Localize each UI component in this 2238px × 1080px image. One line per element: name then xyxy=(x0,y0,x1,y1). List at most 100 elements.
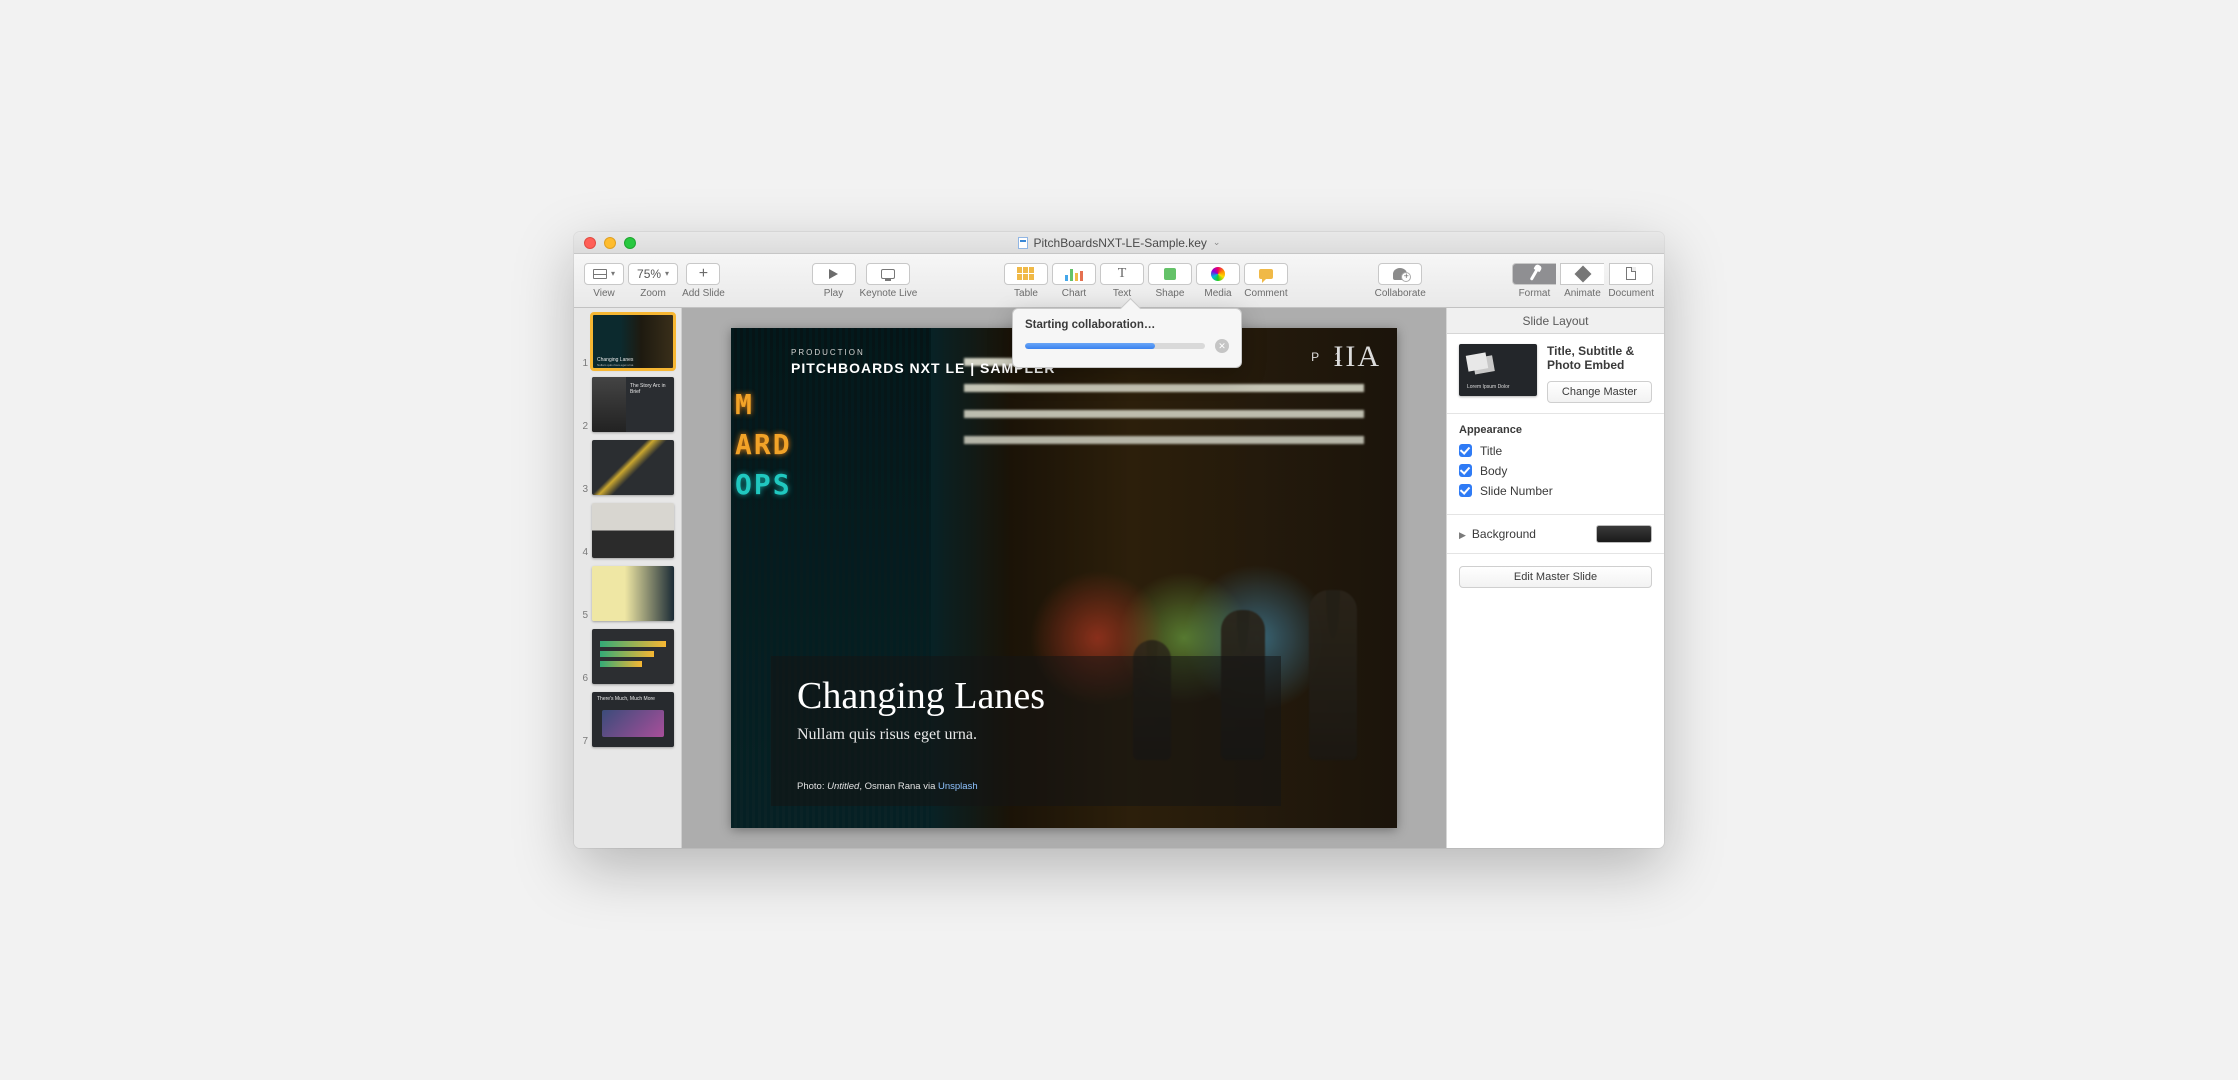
play-item: Play xyxy=(812,263,856,299)
edit-master-slide-button[interactable]: Edit Master Slide xyxy=(1459,566,1652,588)
collaborate-icon xyxy=(1393,268,1407,280)
chevron-down-icon: ▾ xyxy=(611,269,615,278)
animate-icon xyxy=(1574,265,1591,282)
slide-thumbnail-2[interactable]: The Story Arc in Brief xyxy=(592,377,674,432)
chart-button[interactable] xyxy=(1052,263,1096,285)
slide-title[interactable]: Changing Lanes xyxy=(797,674,1255,718)
media-label: Media xyxy=(1204,288,1231,299)
collaborate-button[interactable] xyxy=(1378,263,1422,285)
slide-thumbnail-3[interactable] xyxy=(592,440,674,495)
appearance-section: Appearance Title Body Slide Number xyxy=(1447,414,1664,515)
slide-thumbnail-4[interactable] xyxy=(592,503,674,558)
format-button[interactable] xyxy=(1512,263,1556,285)
comment-icon xyxy=(1259,269,1273,279)
screen-icon xyxy=(881,269,895,279)
play-label: Play xyxy=(824,288,843,299)
change-master-button[interactable]: Change Master xyxy=(1547,381,1652,403)
view-item: ▾ View xyxy=(584,263,624,299)
text-icon: T xyxy=(1118,266,1127,282)
checkbox-icon[interactable] xyxy=(1459,484,1472,497)
thumb-row-3[interactable]: 3 xyxy=(580,440,675,495)
inspector-pane: Slide Layout Lorem Ipsum Dolor Title, Su… xyxy=(1446,308,1664,848)
document-button[interactable] xyxy=(1609,263,1653,285)
shape-icon xyxy=(1164,268,1176,280)
photo-credit[interactable]: Photo: Untitled, Osman Rana via Unsplash xyxy=(797,781,978,792)
text-button[interactable]: T xyxy=(1100,263,1144,285)
thumb-row-1[interactable]: 1 Changing Lanes Nullam quis risus eget … xyxy=(580,314,675,369)
slide-subtitle[interactable]: Nullam quis risus eget urna. xyxy=(797,726,1255,744)
thumb-row-5[interactable]: 5 xyxy=(580,566,675,621)
text-label: Text xyxy=(1113,288,1131,299)
progress-fill xyxy=(1025,343,1155,349)
keynote-live-item: Keynote Live xyxy=(860,263,918,299)
background-section[interactable]: ▶ Background xyxy=(1447,515,1664,554)
thumb-row-6[interactable]: 6 xyxy=(580,629,675,684)
layout-name: Title, Subtitle & Photo Embed xyxy=(1547,344,1652,373)
table-button[interactable] xyxy=(1004,263,1048,285)
window-title-group: PitchBoardsNXT-LE-Sample.key ⌄ xyxy=(574,236,1664,250)
media-button[interactable] xyxy=(1196,263,1240,285)
canvas-area[interactable]: M ARD OPS PRODUCTION PITCHBOARDS NXT LE … xyxy=(682,308,1446,848)
keynote-live-label: Keynote Live xyxy=(860,288,918,299)
master-thumbnail: Lorem Ipsum Dolor xyxy=(1459,344,1537,396)
progress-wrap: ✕ xyxy=(1025,339,1229,353)
collaboration-popover: Starting collaboration… ✕ xyxy=(1012,308,1242,368)
background-swatch[interactable] xyxy=(1596,525,1652,543)
credit-link[interactable]: Unsplash xyxy=(938,781,978,792)
body: 1 Changing Lanes Nullam quis risus eget … xyxy=(574,308,1664,848)
body-checkbox-row[interactable]: Body xyxy=(1459,464,1652,478)
slide-thumbnail-5[interactable] xyxy=(592,566,674,621)
chevron-down-icon: ▾ xyxy=(665,269,669,278)
neon-text-1: M xyxy=(735,388,754,421)
document-label: Document xyxy=(1608,288,1654,299)
add-slide-item: + Add Slide xyxy=(682,263,725,299)
plus-icon: + xyxy=(699,266,708,282)
slide-roman: IIA xyxy=(1333,340,1381,374)
collab-status-text: Starting collaboration… xyxy=(1025,319,1229,331)
title-dropdown-chevron-icon[interactable]: ⌄ xyxy=(1213,237,1221,248)
slide-thumbnail-7[interactable]: There's Much, Much More xyxy=(592,692,674,747)
background-label: Background xyxy=(1472,527,1536,541)
keynote-live-button[interactable] xyxy=(866,263,910,285)
slide-thumbnail-1[interactable]: Changing Lanes Nullam quis risus eget ur… xyxy=(592,314,674,369)
format-label: Format xyxy=(1519,288,1551,299)
layout-section: Lorem Ipsum Dolor Title, Subtitle & Phot… xyxy=(1447,334,1664,414)
add-slide-button[interactable]: + xyxy=(686,263,720,285)
title-checkbox-row[interactable]: Title xyxy=(1459,444,1652,458)
inspector-header: Slide Layout xyxy=(1447,308,1664,334)
collaborate-label: Collaborate xyxy=(1375,288,1426,299)
animate-button[interactable] xyxy=(1560,263,1604,285)
zoom-button[interactable]: 75% ▾ xyxy=(628,263,678,285)
table-icon xyxy=(1017,267,1034,280)
add-slide-label: Add Slide xyxy=(682,288,725,299)
chart-icon xyxy=(1065,267,1083,281)
caption-box[interactable]: Changing Lanes Nullam quis risus eget ur… xyxy=(771,656,1281,806)
thumb-row-7[interactable]: 7 There's Much, Much More xyxy=(580,692,675,747)
window-title: PitchBoardsNXT-LE-Sample.key xyxy=(1034,236,1207,250)
brush-icon xyxy=(1530,267,1540,281)
media-icon xyxy=(1211,267,1225,281)
shape-button[interactable] xyxy=(1148,263,1192,285)
titlebar: PitchBoardsNXT-LE-Sample.key ⌄ xyxy=(574,232,1664,254)
checkbox-icon[interactable] xyxy=(1459,444,1472,457)
zoom-label: Zoom xyxy=(640,288,666,299)
animate-label: Animate xyxy=(1564,288,1601,299)
slide-canvas[interactable]: M ARD OPS PRODUCTION PITCHBOARDS NXT LE … xyxy=(731,328,1397,828)
silhouette-1 xyxy=(1309,590,1357,760)
slide-thumbnail-6[interactable] xyxy=(592,629,674,684)
view-button[interactable]: ▾ xyxy=(584,263,624,285)
thumbnail-pane[interactable]: 1 Changing Lanes Nullam quis risus eget … xyxy=(574,308,682,848)
slidenum-checkbox-row[interactable]: Slide Number xyxy=(1459,484,1652,498)
play-button[interactable] xyxy=(812,263,856,285)
thumb-row-4[interactable]: 4 xyxy=(580,503,675,558)
disclosure-triangle-icon[interactable]: ▶ xyxy=(1459,530,1466,540)
neon-text-2: ARD xyxy=(735,428,792,461)
table-label: Table xyxy=(1014,288,1038,299)
slide-overline[interactable]: PRODUCTION xyxy=(791,348,865,357)
comment-button[interactable] xyxy=(1244,263,1288,285)
thumb-row-2[interactable]: 2 The Story Arc in Brief xyxy=(580,377,675,432)
checkbox-icon[interactable] xyxy=(1459,464,1472,477)
appearance-heading: Appearance xyxy=(1459,424,1652,436)
progress-bar xyxy=(1025,343,1205,349)
cancel-collab-button[interactable]: ✕ xyxy=(1215,339,1229,353)
